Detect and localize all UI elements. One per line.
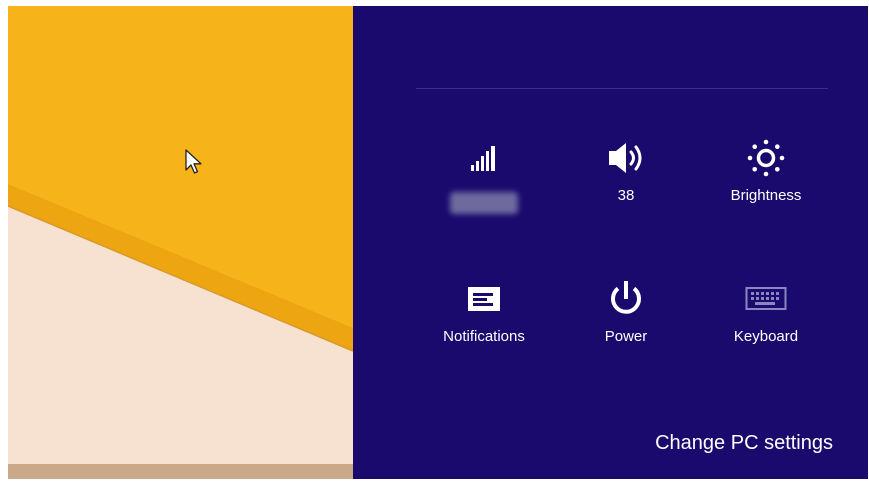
screen: 38 Brightness Notifications Power Keyboa… bbox=[8, 6, 868, 479]
notifications-label: Notifications bbox=[443, 328, 525, 345]
notifications-icon bbox=[468, 287, 500, 311]
keyboard-tile[interactable]: Keyboard bbox=[706, 277, 826, 346]
divider bbox=[416, 88, 828, 89]
change-pc-settings-link[interactable]: Change PC settings bbox=[655, 432, 833, 455]
network-name-redacted bbox=[450, 192, 518, 214]
sun-icon bbox=[747, 139, 785, 177]
power-label: Power bbox=[604, 328, 648, 345]
notifications-tile[interactable]: Notifications bbox=[424, 277, 544, 346]
settings-charm: 38 Brightness Notifications Power Keyboa… bbox=[353, 6, 868, 479]
volume-tile[interactable]: 38 bbox=[566, 136, 686, 205]
speaker-icon bbox=[609, 143, 642, 173]
keyboard-label: Keyboard bbox=[733, 328, 799, 345]
keyboard-icon bbox=[745, 287, 787, 310]
power-icon bbox=[611, 281, 641, 314]
mouse-cursor-icon bbox=[185, 149, 202, 174]
volume-level: 38 bbox=[617, 187, 635, 204]
power-tile[interactable]: Power bbox=[566, 277, 686, 346]
signal-bars-icon bbox=[471, 146, 495, 171]
brightness-label: Brightness bbox=[730, 187, 802, 204]
brightness-tile[interactable]: Brightness bbox=[706, 136, 826, 205]
network-tile[interactable] bbox=[424, 136, 544, 214]
desktop-wallpaper bbox=[8, 6, 353, 479]
